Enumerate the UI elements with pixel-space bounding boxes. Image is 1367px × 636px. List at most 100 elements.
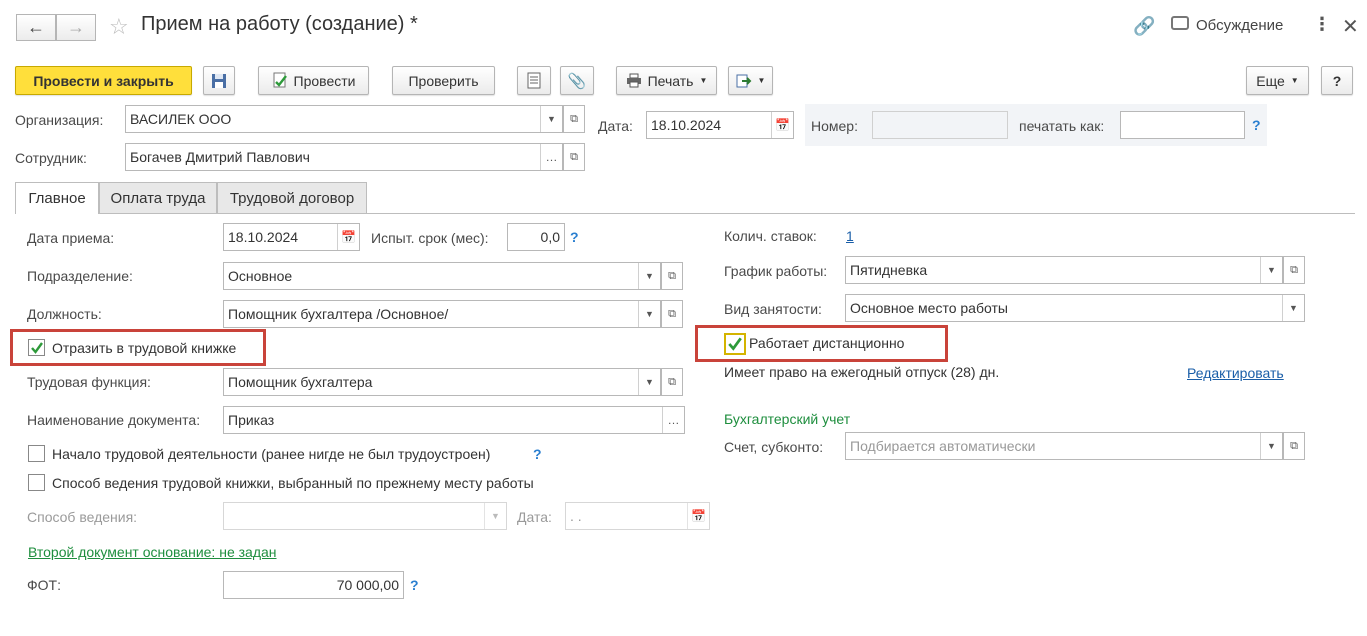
open-icon: ⧉: [570, 150, 578, 163]
dropdown-arrow-icon[interactable]: ▼: [540, 106, 562, 132]
help-icon[interactable]: ?: [533, 446, 542, 462]
checkmark-icon: [728, 337, 742, 351]
post-label: Провести: [293, 72, 356, 89]
account-field[interactable]: Подбирается автоматически ▼: [845, 432, 1283, 460]
hire-date-field[interactable]: 18.10.2024 📅: [223, 223, 360, 251]
probation-value: 0,0: [540, 229, 560, 245]
remote-work-checkbox[interactable]: [724, 333, 746, 355]
doc-name-label: Наименование документа:: [27, 412, 201, 428]
more-button[interactable]: Еще ▼: [1246, 66, 1309, 95]
labor-function-label: Трудовая функция:: [27, 374, 151, 390]
accounting-section-title: Бухгалтерский учет: [724, 411, 851, 427]
prev-method-label[interactable]: Способ ведения трудовой книжки, выбранны…: [52, 475, 534, 491]
back-button[interactable]: ←: [16, 14, 56, 41]
employment-value: Основное место работы: [850, 300, 1008, 316]
employment-field[interactable]: Основное место работы ▼: [845, 294, 1305, 322]
dropdown-arrow-icon: ▼: [1290, 76, 1299, 85]
labor-function-open-button[interactable]: ⧉: [661, 368, 683, 396]
open-icon: ⧉: [1290, 263, 1298, 276]
print-as-field[interactable]: [1120, 111, 1245, 139]
account-open-button[interactable]: ⧉: [1283, 432, 1305, 460]
dropdown-arrow-icon: ▼: [699, 76, 708, 85]
department-open-button[interactable]: ⧉: [661, 262, 683, 290]
post-doc-icon: [273, 72, 287, 88]
check-button[interactable]: Проверить: [392, 66, 495, 95]
report-button[interactable]: [517, 66, 551, 95]
second-doc-link[interactable]: Второй документ основание: не задан: [28, 544, 277, 560]
favorite-star-icon[interactable]: ☆: [109, 14, 129, 40]
employee-field[interactable]: Богачев Дмитрий Павлович …: [125, 143, 563, 171]
tab-labor-contract[interactable]: Трудовой договор: [217, 182, 367, 213]
employee-open-button[interactable]: ⧉: [563, 143, 585, 171]
tab-main-label: Главное: [28, 190, 86, 207]
workbook-checkbox-label[interactable]: Отразить в трудовой книжке: [52, 340, 236, 356]
help-icon[interactable]: ?: [410, 577, 419, 593]
tab-main[interactable]: Главное: [15, 182, 99, 214]
tab-labor-contract-label: Трудовой договор: [229, 189, 355, 207]
org-field[interactable]: ВАСИЛЕК ООО ▼: [125, 105, 563, 133]
close-icon[interactable]: ✕: [1342, 14, 1359, 39]
link-icon[interactable]: 🔗: [1133, 16, 1155, 37]
number-field[interactable]: [872, 111, 1008, 139]
open-icon: ⧉: [668, 269, 676, 282]
probation-field[interactable]: 0,0: [507, 223, 565, 251]
dropdown-arrow-icon[interactable]: ▼: [1282, 295, 1304, 321]
report-icon: [527, 72, 541, 89]
position-open-button[interactable]: ⧉: [661, 300, 683, 328]
help-icon[interactable]: ?: [570, 229, 579, 245]
doc-name-field[interactable]: Приказ …: [223, 406, 685, 434]
tab-payment[interactable]: Оплата труда: [99, 182, 217, 213]
dropdown-arrow-icon[interactable]: ▼: [638, 369, 660, 395]
date-value: 18.10.2024: [651, 117, 722, 133]
prev-method-checkbox[interactable]: [28, 474, 45, 491]
save-button[interactable]: [203, 66, 235, 95]
calendar-icon[interactable]: 📅: [771, 112, 793, 138]
calendar-icon: 📅: [687, 503, 709, 529]
create-based-icon: [736, 74, 751, 87]
attach-button[interactable]: 📎: [560, 66, 594, 95]
print-label: Печать: [647, 72, 694, 89]
number-label: Номер:: [811, 118, 858, 134]
post-and-close-button[interactable]: Провести и закрыть: [15, 66, 192, 95]
schedule-value: Пятидневка: [850, 262, 928, 278]
edit-vacation-link[interactable]: Редактировать: [1187, 365, 1284, 381]
dropdown-arrow-icon[interactable]: ▼: [638, 263, 660, 289]
more-vertical-icon[interactable]: ⋮: [1313, 14, 1331, 35]
labor-function-field[interactable]: Помощник бухгалтера ▼: [223, 368, 661, 396]
discussion-button[interactable]: Обсуждение: [1196, 17, 1283, 34]
calendar-icon[interactable]: 📅: [337, 224, 359, 250]
post-button[interactable]: Провести: [258, 66, 369, 95]
paperclip-icon: 📎: [567, 72, 587, 90]
org-open-button[interactable]: ⧉: [563, 105, 585, 133]
create-based-on-button[interactable]: ▼: [728, 66, 773, 95]
fot-field[interactable]: 70 000,00: [223, 571, 404, 599]
schedule-field[interactable]: Пятидневка ▼: [845, 256, 1283, 284]
forward-button[interactable]: →: [56, 14, 96, 41]
first-job-label[interactable]: Начало трудовой деятельности (ранее нигд…: [52, 446, 490, 462]
department-field[interactable]: Основное ▼: [223, 262, 661, 290]
select-ellipsis-icon[interactable]: …: [662, 407, 684, 433]
save-icon: [212, 73, 226, 88]
remote-work-label[interactable]: Работает дистанционно: [749, 335, 904, 351]
print-button[interactable]: Печать ▼: [616, 66, 717, 95]
help-button[interactable]: ?: [1321, 66, 1353, 95]
dropdown-arrow-icon[interactable]: ▼: [638, 301, 660, 327]
select-ellipsis-icon[interactable]: …: [540, 144, 562, 170]
help-icon[interactable]: ?: [1252, 117, 1261, 133]
workbook-checkbox[interactable]: [28, 339, 45, 356]
open-icon: ⧉: [1290, 439, 1298, 452]
dropdown-arrow-icon[interactable]: ▼: [1260, 433, 1282, 459]
schedule-label: График работы:: [724, 263, 828, 279]
date-field[interactable]: 18.10.2024 📅: [646, 111, 794, 139]
method-field: ▼: [223, 502, 507, 530]
discussion-icon[interactable]: [1171, 16, 1189, 30]
schedule-open-button[interactable]: ⧉: [1283, 256, 1305, 284]
hire-date-value: 18.10.2024: [228, 229, 299, 245]
position-field[interactable]: Помощник бухгалтера /Основное/ ▼: [223, 300, 661, 328]
employee-value: Богачев Дмитрий Павлович: [130, 149, 310, 165]
date-label: Дата:: [598, 118, 633, 134]
dropdown-arrow-icon[interactable]: ▼: [1260, 257, 1282, 283]
rates-link[interactable]: 1: [846, 228, 854, 244]
open-icon: ⧉: [668, 375, 676, 388]
first-job-checkbox[interactable]: [28, 445, 45, 462]
